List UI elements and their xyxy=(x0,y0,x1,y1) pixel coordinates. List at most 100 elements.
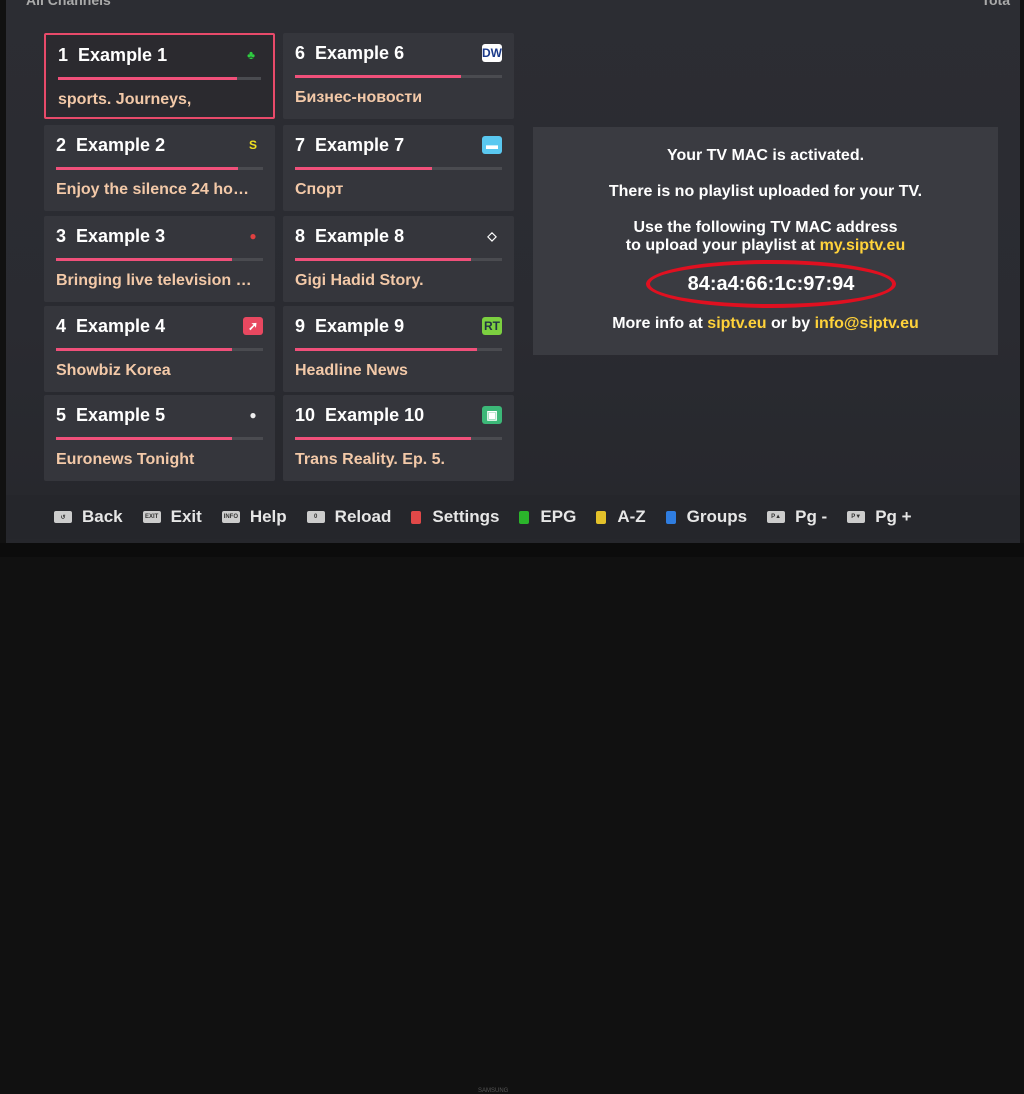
program-description: Trans Reality. Ep. 5. xyxy=(295,451,445,468)
footer-button-exit[interactable]: EXIT Exit xyxy=(142,507,202,527)
channel-card[interactable]: 7 Example 7 ▬ Спорт xyxy=(283,125,514,211)
channel-number: 6 xyxy=(295,43,306,63)
channel-number: 7 xyxy=(295,135,306,155)
channel-name: Example 4 xyxy=(76,316,166,336)
info-text: More info at xyxy=(612,315,708,332)
brand-logo: SAMSUNG xyxy=(478,1088,509,1094)
channel-title: 6 Example 6 xyxy=(295,43,404,64)
channel-name: Example 9 xyxy=(315,316,405,336)
program-description: Спорт xyxy=(295,181,344,198)
program-description: Бизнес-новости xyxy=(295,89,423,106)
color-key-icon xyxy=(596,510,607,524)
progress-fill xyxy=(295,167,432,170)
progress-fill xyxy=(295,437,471,440)
footer-button-epg[interactable]: EPG xyxy=(519,507,576,527)
channel-logo-icon: ◇ xyxy=(487,229,497,243)
program-description: Euronews Tonight xyxy=(56,451,195,468)
progress-bar xyxy=(295,348,502,351)
color-key-icon xyxy=(519,510,530,524)
footer-label: Reload xyxy=(334,507,392,526)
channel-card[interactable]: 9 Example 9 RT Headline News xyxy=(283,306,514,392)
channel-logo-icon: RT xyxy=(482,317,502,335)
channel-title: 5 Example 5 xyxy=(56,405,165,426)
remote-key-icon: INFO xyxy=(221,511,240,523)
channel-card[interactable]: 4 Example 4 ➚ Showbiz Korea xyxy=(44,306,275,392)
progress-bar xyxy=(295,167,502,170)
channel-logo-icon: S xyxy=(248,138,257,152)
info-line-4: to upload your playlist at my.siptv.eu xyxy=(533,237,998,255)
channel-name: Example 3 xyxy=(76,226,166,246)
footer-label: Pg + xyxy=(875,507,912,526)
progress-fill xyxy=(56,167,239,170)
info-panel: Your TV MAC is activated. There is no pl… xyxy=(533,127,998,355)
info-line-5: More info at siptv.eu or by info@siptv.e… xyxy=(533,315,998,333)
footer-label: A-Z xyxy=(617,507,646,526)
footer-button-back[interactable]: ↺ Back xyxy=(54,507,123,527)
channel-name: Example 8 xyxy=(315,226,405,246)
channel-card[interactable]: 1 Example 1 ♣ sports. Journeys, xyxy=(44,33,275,119)
footer-button-groups[interactable]: Groups xyxy=(665,507,747,527)
channel-logo-icon: ♣ xyxy=(247,48,255,62)
footer-button-pg[interactable]: P▼ Pg + xyxy=(847,507,912,527)
header-right: Tota xyxy=(981,0,1010,8)
channel-title: 10 Example 10 xyxy=(295,405,424,426)
footer-label: Pg - xyxy=(795,507,828,526)
progress-bar xyxy=(56,348,263,351)
channel-number: 8 xyxy=(295,226,306,246)
top-bar: All Channels Tota xyxy=(6,0,1020,14)
channel-name: Example 7 xyxy=(315,135,405,155)
channel-logo-icon: ▬ xyxy=(482,136,502,154)
progress-bar xyxy=(56,167,263,170)
progress-fill xyxy=(295,258,471,261)
progress-bar xyxy=(58,77,261,80)
progress-fill xyxy=(56,258,232,261)
channel-logo-icon: ▣ xyxy=(482,406,502,424)
remote-key-icon: 0 xyxy=(306,511,325,523)
progress-fill xyxy=(56,348,232,351)
footer-button-help[interactable]: INFO Help xyxy=(221,507,287,527)
remote-key-icon: EXIT xyxy=(142,511,161,523)
channel-number: 10 xyxy=(295,405,316,425)
channel-title: 1 Example 1 xyxy=(58,45,167,66)
program-description: sports. Journeys, xyxy=(58,91,192,108)
footer-button-settings[interactable]: Settings xyxy=(411,507,499,527)
footer-button-pg[interactable]: P▲ Pg - xyxy=(767,507,827,527)
tv-bezel: SAMSUNG xyxy=(0,543,1024,1094)
tv-screen: All Channels Tota 1 Example 1 ♣ sports. … xyxy=(6,0,1020,543)
footer-label: Back xyxy=(82,507,123,526)
footer-button-reload[interactable]: 0 Reload xyxy=(306,507,392,527)
mac-address: 84:a4:66:1c:97:94 xyxy=(646,260,896,308)
channel-card[interactable]: 5 Example 5 ● Euronews Tonight xyxy=(44,395,275,481)
info-line-3: Use the following TV MAC address xyxy=(633,219,898,236)
progress-bar xyxy=(56,437,263,440)
info-line-2: There is no playlist uploaded for your T… xyxy=(608,183,923,200)
channel-logo-icon: ➚ xyxy=(243,317,263,335)
footer-label: Exit xyxy=(170,507,202,526)
color-key-icon xyxy=(411,510,422,524)
channel-card[interactable]: 10 Example 10 ▣ Trans Reality. Ep. 5. xyxy=(283,395,514,481)
channel-name: Example 6 xyxy=(315,43,405,63)
channel-card[interactable]: 2 Example 2 S Enjoy the silence 24 ho… xyxy=(44,125,275,211)
site-link[interactable]: siptv.eu xyxy=(707,315,766,332)
channel-title: 4 Example 4 xyxy=(56,316,165,337)
header-title: All Channels xyxy=(26,0,111,8)
remote-key-icon: P▲ xyxy=(767,511,786,523)
channel-name: Example 5 xyxy=(76,405,166,425)
info-text: or by xyxy=(766,315,815,332)
upload-link[interactable]: my.siptv.eu xyxy=(820,237,906,254)
channel-number: 2 xyxy=(56,135,67,155)
channel-logo-icon: ● xyxy=(249,408,257,422)
program-description: Headline News xyxy=(295,362,408,379)
progress-fill xyxy=(295,75,461,78)
footer-button-a-z[interactable]: A-Z xyxy=(596,507,646,527)
email-link[interactable]: info@siptv.eu xyxy=(815,315,919,332)
channel-title: 9 Example 9 xyxy=(295,316,404,337)
channel-number: 4 xyxy=(56,316,67,336)
channel-card[interactable]: 8 Example 8 ◇ Gigi Hadid Story. xyxy=(283,216,514,302)
channel-title: 3 Example 3 xyxy=(56,226,165,247)
info-text: to upload your playlist at xyxy=(625,237,820,254)
channel-card[interactable]: 6 Example 6 DW Бизнес-новости xyxy=(283,33,514,119)
footer-label: Help xyxy=(249,507,287,526)
channel-card[interactable]: 3 Example 3 ● Bringing live television … xyxy=(44,216,275,302)
progress-fill xyxy=(58,77,237,80)
